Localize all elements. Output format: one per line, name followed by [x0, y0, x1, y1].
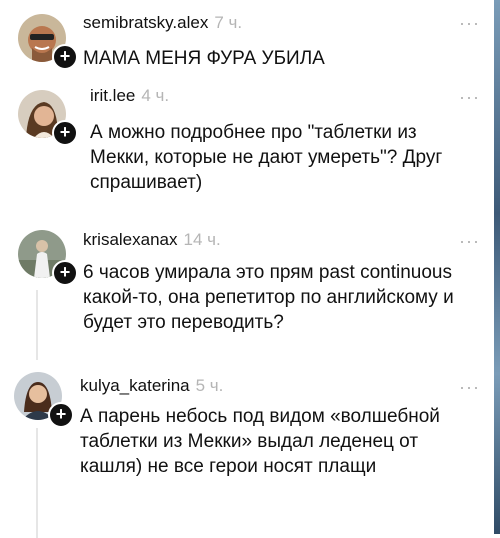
comment-text: МАМА МЕНЯ ФУРА УБИЛА	[83, 48, 325, 69]
username-row: semibratsky.alex 7 ч.	[83, 13, 242, 33]
comment-text: А можно подробнее про "таблетки из Мекки…	[90, 122, 443, 193]
username-row: krisalexanax 14 ч.	[83, 230, 221, 250]
avatar-button[interactable]: +	[18, 14, 78, 70]
username-row: kulya_katerina 5 ч.	[80, 376, 223, 396]
more-options-icon[interactable]: ···	[459, 377, 480, 398]
timestamp: 7 ч.	[214, 13, 243, 32]
more-options-icon[interactable]: ···	[459, 231, 480, 252]
follow-plus-icon[interactable]: +	[48, 402, 74, 428]
comment-item: + semibratsky.alex 7 ч. ··· МАМА МЕНЯ ФУР…	[0, 0, 494, 80]
avatar-button[interactable]: +	[14, 372, 74, 428]
timestamp: 5 ч.	[195, 376, 224, 395]
username[interactable]: kulya_katerina	[80, 376, 190, 395]
username[interactable]: irit.lee	[90, 86, 135, 105]
follow-plus-icon[interactable]: +	[52, 120, 78, 146]
comment-text: 6 часов умирала это прям past continuous…	[83, 262, 454, 333]
avatar-button[interactable]: +	[18, 90, 78, 146]
follow-plus-icon[interactable]: +	[52, 260, 78, 286]
avatar-button[interactable]: +	[18, 230, 78, 286]
comment-item: + irit.lee 4 ч. ··· А можно подробнее про…	[0, 80, 494, 210]
timestamp: 14 ч.	[183, 230, 221, 249]
follow-plus-icon[interactable]: +	[52, 44, 78, 70]
username[interactable]: semibratsky.alex	[83, 13, 208, 32]
thread-line	[36, 290, 38, 360]
username-row: irit.lee 4 ч.	[90, 86, 169, 106]
comment-item: + krisalexanax 14 ч. ··· 6 часов умирала …	[0, 218, 494, 360]
window-edge-strip	[494, 0, 500, 534]
more-options-icon[interactable]: ···	[459, 13, 480, 34]
username[interactable]: krisalexanax	[83, 230, 178, 249]
more-options-icon[interactable]: ···	[459, 87, 480, 108]
timestamp: 4 ч.	[141, 86, 170, 105]
thread-line	[36, 428, 38, 538]
comment-item: + kulya_katerina 5 ч. ··· А парень небось…	[0, 360, 494, 538]
comment-text: А парень небось под видом «волшебной таб…	[80, 406, 440, 477]
